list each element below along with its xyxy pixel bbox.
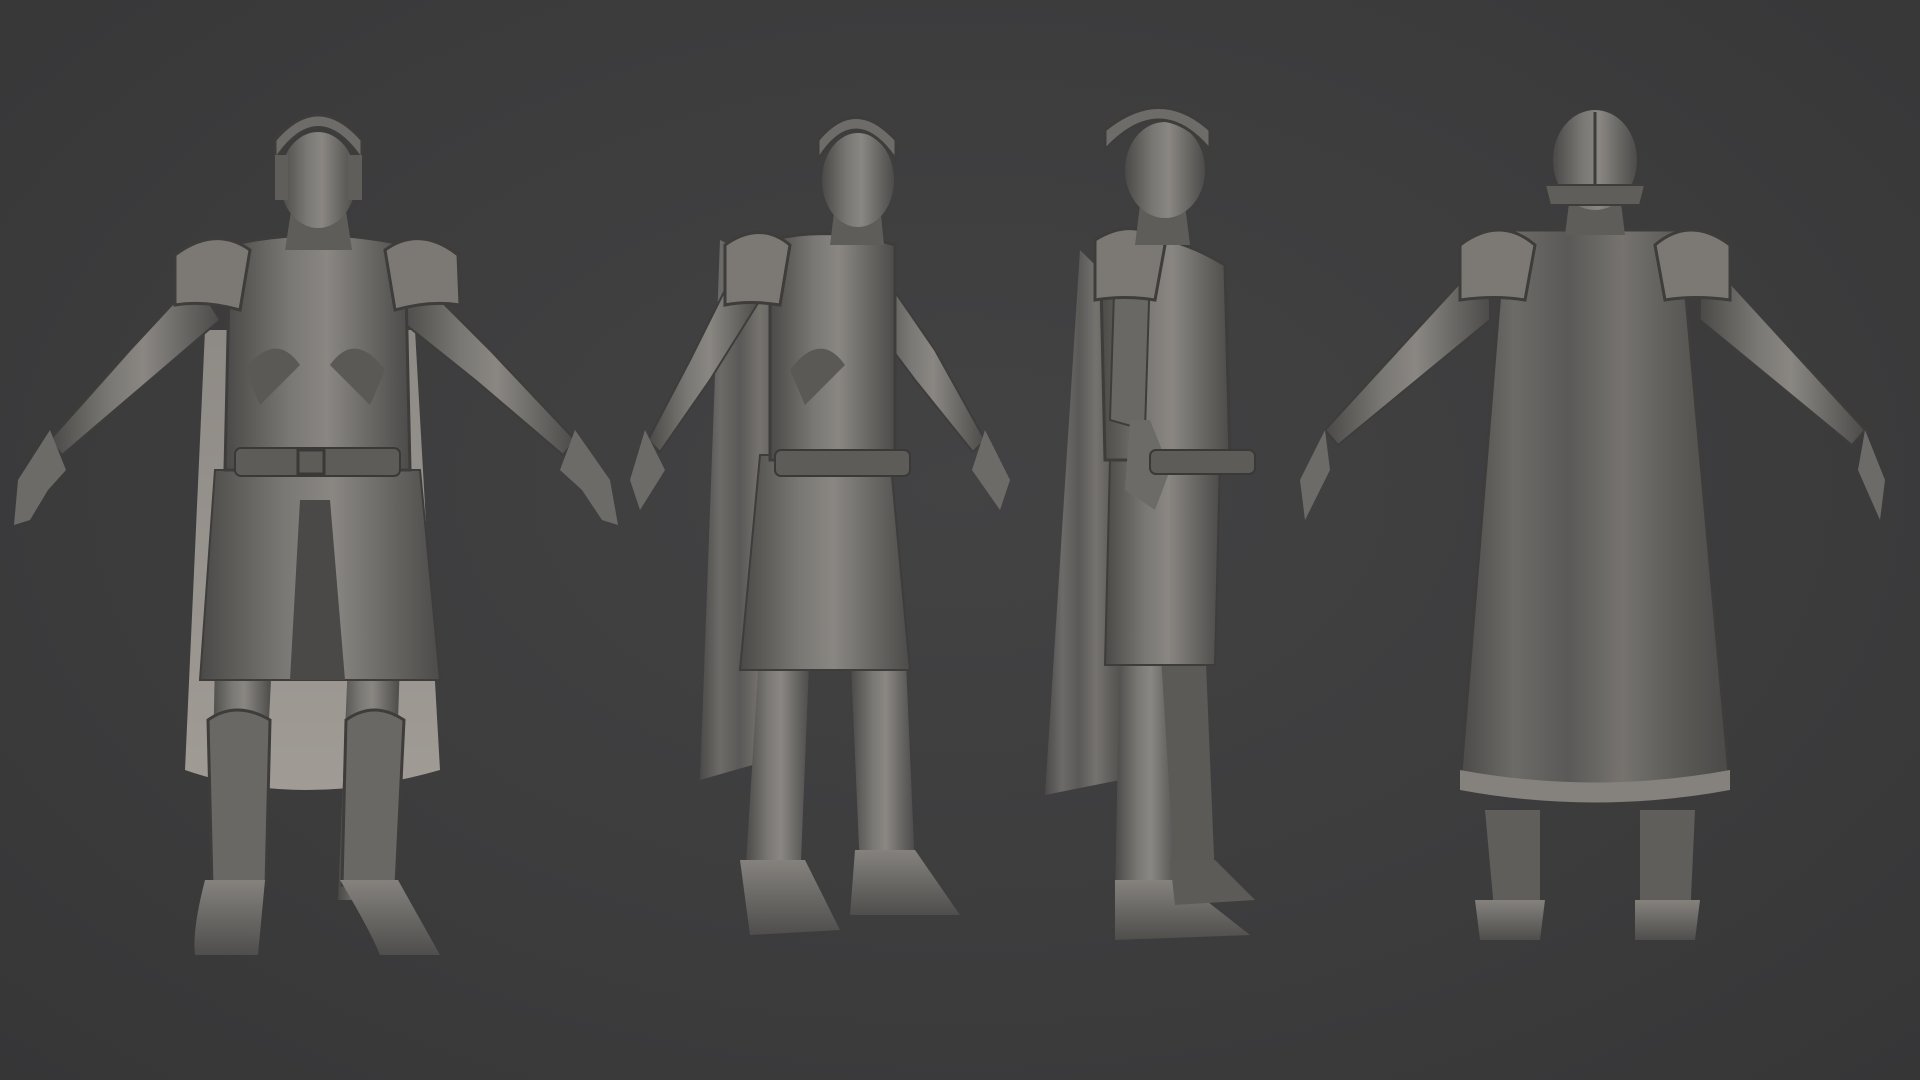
left-boot bbox=[740, 860, 840, 935]
right-leg bbox=[850, 640, 915, 870]
left-pauldron bbox=[723, 231, 792, 307]
right-boot bbox=[850, 850, 960, 915]
head bbox=[280, 132, 356, 228]
belt bbox=[234, 447, 401, 477]
tunic-skirt bbox=[738, 454, 912, 671]
belt bbox=[774, 449, 911, 477]
left-pauldron bbox=[1458, 228, 1537, 302]
breastplate bbox=[768, 232, 897, 462]
tunic-skirt bbox=[1103, 459, 1222, 666]
breastplate bbox=[223, 233, 412, 472]
right-hand bbox=[1858, 430, 1885, 520]
knight-side-view bbox=[1045, 106, 1256, 940]
left-greave bbox=[206, 708, 272, 887]
head bbox=[1125, 122, 1205, 218]
left-hand bbox=[1300, 430, 1330, 520]
knight-three-quarter-view bbox=[630, 116, 1010, 935]
right-pauldron bbox=[383, 237, 462, 312]
right-foot bbox=[1635, 900, 1700, 940]
right-pauldron bbox=[1653, 228, 1732, 302]
right-arm bbox=[398, 278, 577, 457]
left-boot bbox=[194, 880, 265, 955]
head bbox=[822, 133, 894, 227]
left-foot bbox=[1475, 900, 1545, 940]
cape-back bbox=[1458, 228, 1732, 799]
right-greave bbox=[340, 708, 406, 887]
knight-back-view bbox=[1300, 110, 1885, 940]
right-boot bbox=[340, 880, 440, 955]
render-viewport bbox=[0, 0, 1920, 1080]
far-boot bbox=[1170, 860, 1255, 905]
knight-front-view bbox=[14, 113, 618, 955]
belt bbox=[1149, 449, 1256, 475]
turnaround-render bbox=[14, 106, 1885, 955]
helmet-brim bbox=[1543, 184, 1647, 206]
left-arm bbox=[48, 278, 222, 457]
left-pauldron bbox=[173, 237, 252, 312]
